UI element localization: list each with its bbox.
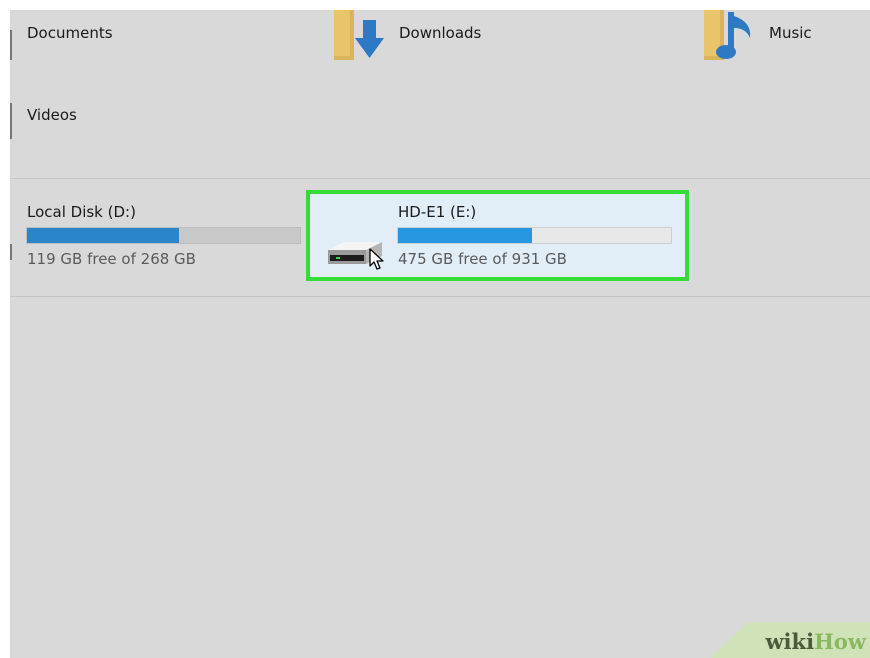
- drive-usage-fill: [398, 228, 532, 243]
- drive-name: HD-E1 (E:): [398, 203, 477, 221]
- file-explorer-content: Documents Downloads Music Videos Local D…: [10, 10, 870, 658]
- left-edge-marker: [10, 244, 12, 260]
- folder-label: Downloads: [399, 24, 482, 42]
- section-divider: [10, 178, 870, 179]
- left-edge-marker: [10, 30, 12, 60]
- watermark-text: wikiHow: [765, 629, 866, 654]
- downloads-folder-icon: [334, 10, 384, 60]
- watermark-wiki: wiki: [765, 629, 815, 654]
- drive-free-space: 475 GB free of 931 GB: [398, 250, 567, 268]
- drive-free-space: 119 GB free of 268 GB: [27, 250, 196, 268]
- folder-label: Documents: [27, 24, 113, 42]
- folder-label: Videos: [27, 106, 77, 124]
- drive-usage-fill: [27, 228, 179, 243]
- folder-label: Music: [769, 24, 812, 42]
- section-divider: [10, 296, 870, 297]
- drive-usage-bar: [397, 227, 672, 244]
- watermark-how: How: [814, 629, 866, 654]
- music-folder-icon: [704, 10, 751, 60]
- mouse-pointer-icon: [369, 248, 384, 270]
- drive-tile-hd-e1-e[interactable]: HD-E1 (E:) 475 GB free of 931 GB: [306, 190, 689, 281]
- left-edge-marker: [10, 103, 12, 139]
- drive-usage-bar: [26, 227, 301, 244]
- drive-name: Local Disk (D:): [27, 203, 136, 221]
